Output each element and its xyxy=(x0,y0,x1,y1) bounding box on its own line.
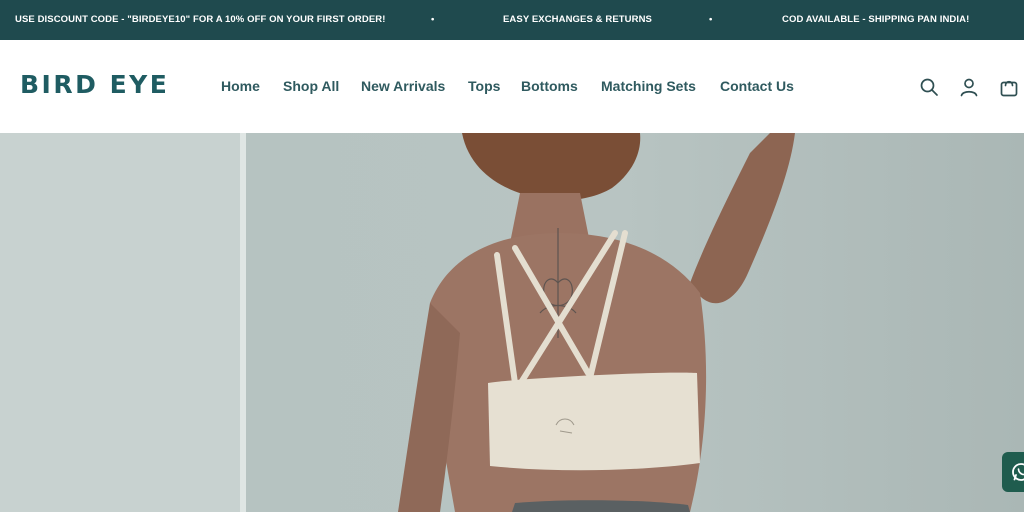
hero-photo xyxy=(0,133,795,512)
nav-shop-all[interactable]: Shop All xyxy=(283,78,339,94)
announcement-bar: USE DISCOUNT CODE - "BIRDEYE10" FOR A 10… xyxy=(0,0,1024,40)
nav-home[interactable]: Home xyxy=(221,78,260,94)
site-header: BIRD EYE Home Shop All New Arrivals Tops… xyxy=(0,40,1024,133)
nav-bottoms[interactable]: Bottoms xyxy=(521,78,578,94)
nav-contact-us[interactable]: Contact Us xyxy=(720,78,794,94)
announcement-separator: • xyxy=(709,14,713,25)
account-icon[interactable] xyxy=(959,77,979,97)
search-icon[interactable] xyxy=(919,77,939,97)
whatsapp-icon xyxy=(1012,463,1024,481)
announcement-exchanges: EASY EXCHANGES & RETURNS xyxy=(503,14,652,25)
whatsapp-button[interactable] xyxy=(1002,452,1024,492)
announcement-shipping: COD AVAILABLE - SHIPPING PAN INDIA! xyxy=(782,14,970,25)
nav-matching-sets[interactable]: Matching Sets xyxy=(601,78,696,94)
announcement-discount: USE DISCOUNT CODE - "BIRDEYE10" FOR A 10… xyxy=(15,14,386,25)
nav-new-arrivals[interactable]: New Arrivals xyxy=(361,78,445,94)
nav-tops[interactable]: Tops xyxy=(468,78,500,94)
brand-logo[interactable]: BIRD EYE xyxy=(20,70,169,99)
cart-icon[interactable] xyxy=(999,77,1019,97)
hero-banner[interactable] xyxy=(0,133,1024,512)
announcement-separator: • xyxy=(431,14,435,25)
